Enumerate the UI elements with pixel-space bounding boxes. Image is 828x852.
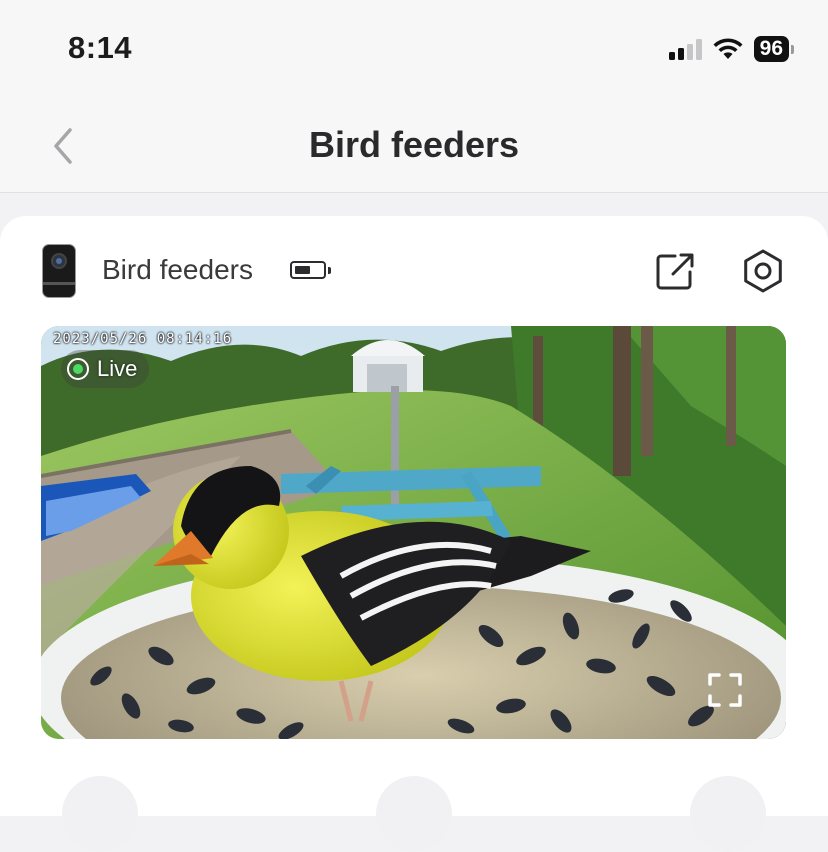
- action-button[interactable]: [690, 776, 766, 852]
- phone-battery-icon: 96: [753, 36, 794, 62]
- fullscreen-icon: [708, 673, 742, 707]
- wifi-icon: [713, 38, 743, 59]
- camera-image: [41, 326, 786, 739]
- camera-card: Bird feeders 2023/05/26 08:14:16 Live: [0, 216, 828, 816]
- camera-device-icon: [42, 244, 76, 298]
- share-button[interactable]: [653, 250, 697, 294]
- cellular-signal-icon: [668, 38, 702, 60]
- hexagon-settings-icon: [744, 249, 782, 293]
- live-video-feed[interactable]: 2023/05/26 08:14:16 Live: [41, 326, 786, 739]
- action-button[interactable]: [62, 776, 138, 852]
- share-external-icon: [656, 253, 694, 290]
- settings-button[interactable]: [740, 248, 786, 294]
- status-bar: 8:14 96: [0, 0, 828, 100]
- status-time: 8:14: [68, 30, 133, 65]
- navigation-bar: Bird feeders: [0, 100, 828, 193]
- video-timestamp: 2023/05/26 08:14:16: [53, 331, 233, 347]
- bottom-action-row: [0, 776, 828, 852]
- device-header: Bird feeders: [0, 216, 828, 326]
- action-button[interactable]: [376, 776, 452, 852]
- device-name: Bird feeders: [102, 254, 253, 285]
- status-icons: 96: [668, 36, 794, 62]
- page-title: Bird feeders: [308, 124, 520, 165]
- battery-percent: 96: [753, 36, 789, 62]
- live-badge: Live: [61, 350, 150, 388]
- fullscreen-button[interactable]: [707, 672, 743, 708]
- live-label: Live: [97, 356, 138, 381]
- device-battery-icon: [290, 261, 331, 279]
- live-indicator-icon: [67, 358, 89, 380]
